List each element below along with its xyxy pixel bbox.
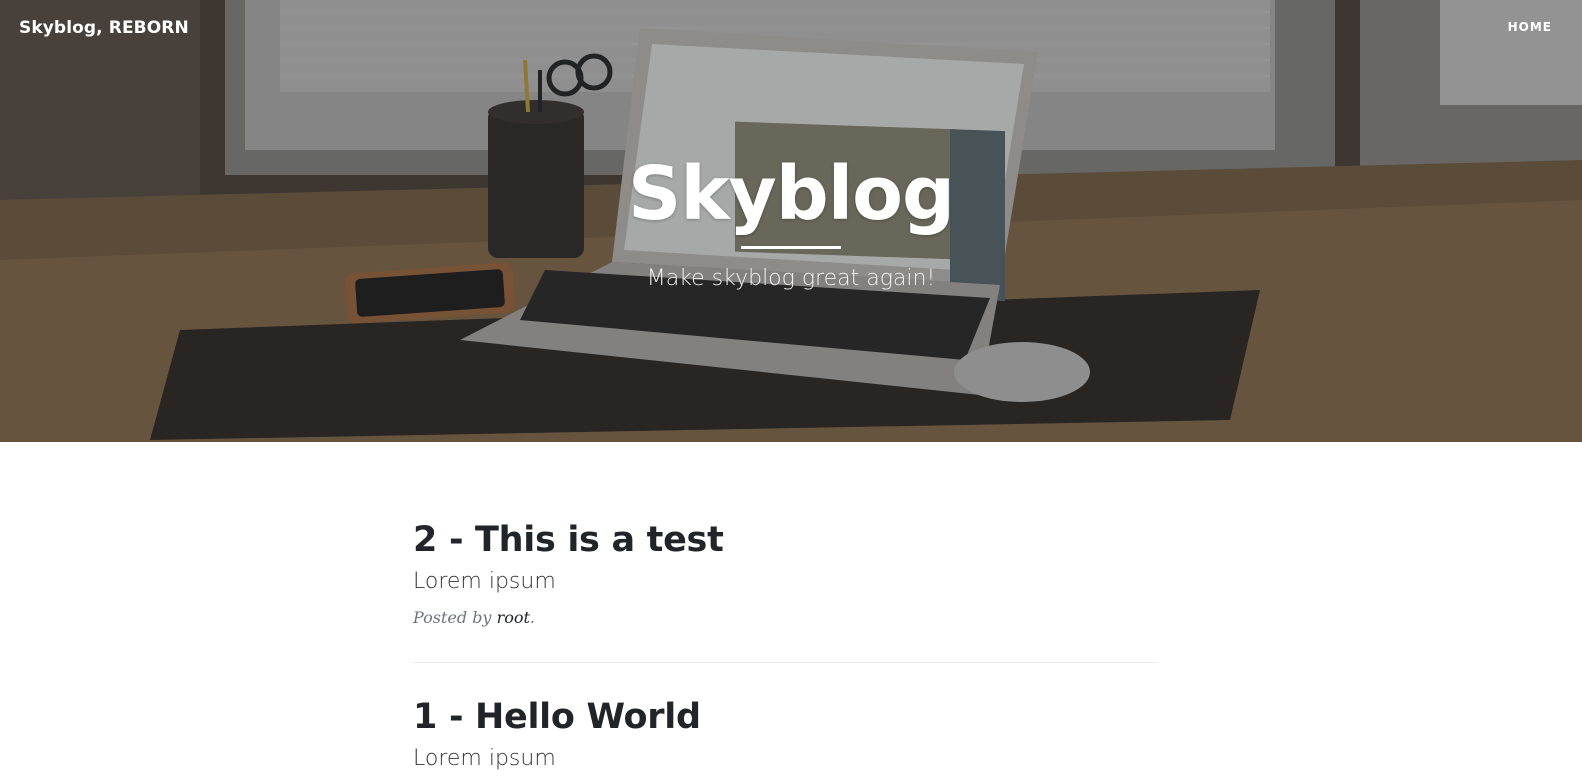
post-title[interactable]: 1 - Hello World [413, 691, 1158, 743]
post-subtitle[interactable]: Lorem ipsum [413, 566, 1158, 598]
post-preview[interactable]: 2 - This is a test Lorem ipsum Posted by… [413, 514, 1158, 630]
site-heading: Skyblog Make skyblog great again! [0, 146, 1582, 293]
post-meta-prefix: Posted by [413, 608, 492, 627]
post-meta: Posted by root. [413, 606, 1158, 630]
post-author-link[interactable]: root [497, 608, 530, 627]
title-divider [741, 246, 841, 249]
main-navbar: Skyblog, REBORN HOME [0, 0, 1582, 56]
post-meta-suffix: . [529, 608, 535, 627]
nav-home-link[interactable]: HOME [1508, 20, 1552, 34]
post-list: 2 - This is a test Lorem ipsum Posted by… [413, 514, 1158, 775]
post-divider [413, 662, 1158, 663]
masthead: Skyblog, REBORN HOME Skyblog Make skyblo… [0, 0, 1582, 442]
post-subtitle[interactable]: Lorem ipsum [413, 743, 1158, 775]
post-title[interactable]: 2 - This is a test [413, 514, 1158, 566]
site-subheading: Make skyblog great again! [646, 266, 936, 291]
navbar-brand-link[interactable]: Skyblog, REBORN [19, 18, 189, 38]
site-title: Skyblog [628, 151, 955, 237]
post-preview[interactable]: 1 - Hello World Lorem ipsum [413, 691, 1158, 775]
